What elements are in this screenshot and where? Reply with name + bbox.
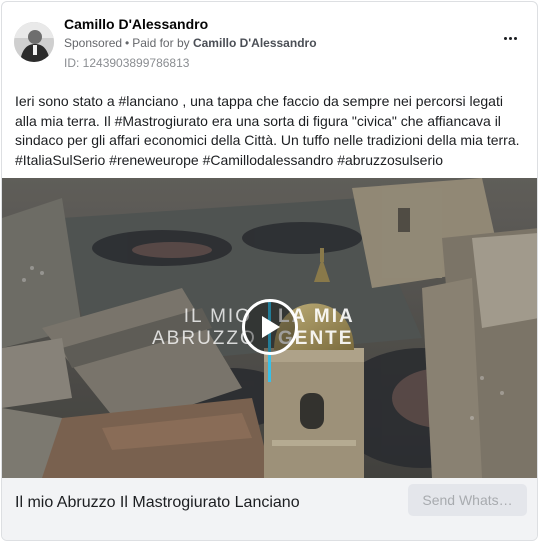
sponsored-line: Sponsored • Paid for by Camillo D'Alessand… <box>64 36 317 50</box>
overlay-left-line1: IL MIO <box>183 306 252 327</box>
sponsored-label: Sponsored <box>64 36 123 50</box>
separator-dot: • <box>125 36 130 50</box>
post-body-text: Ieri sono stato a #lanciano , una tappa … <box>15 93 520 168</box>
send-whatsapp-button[interactable]: Send Whats… <box>408 484 527 516</box>
post-header: Camillo D'Alessandro Sponsored • Paid for … <box>14 16 525 76</box>
link-footer: Il mio Abruzzo Il Mastrogiurato Lanciano… <box>2 478 537 540</box>
play-icon <box>262 316 280 338</box>
video-title[interactable]: Il mio Abruzzo Il Mastrogiurato Lanciano <box>15 494 300 512</box>
avatar[interactable] <box>14 22 54 62</box>
more-options-icon[interactable] <box>499 30 521 46</box>
ad-id: ID: 1243903899786813 <box>64 56 190 70</box>
play-button[interactable] <box>242 299 298 355</box>
ad-card: Camillo D'Alessandro Sponsored • Paid for … <box>1 1 538 541</box>
paid-for-prefix: Paid for by <box>132 36 190 50</box>
video-player[interactable]: IL MIO ABRUZZO LA MIA GENTE <box>2 178 537 478</box>
video-overlay-title-left: IL MIO ABRUZZO <box>152 306 257 350</box>
page-name[interactable]: Camillo D'Alessandro <box>64 16 208 32</box>
overlay-left-line2: ABRUZZO <box>152 328 257 349</box>
paid-for-name[interactable]: Camillo D'Alessandro <box>193 36 317 50</box>
profile-photo-icon <box>14 22 54 62</box>
